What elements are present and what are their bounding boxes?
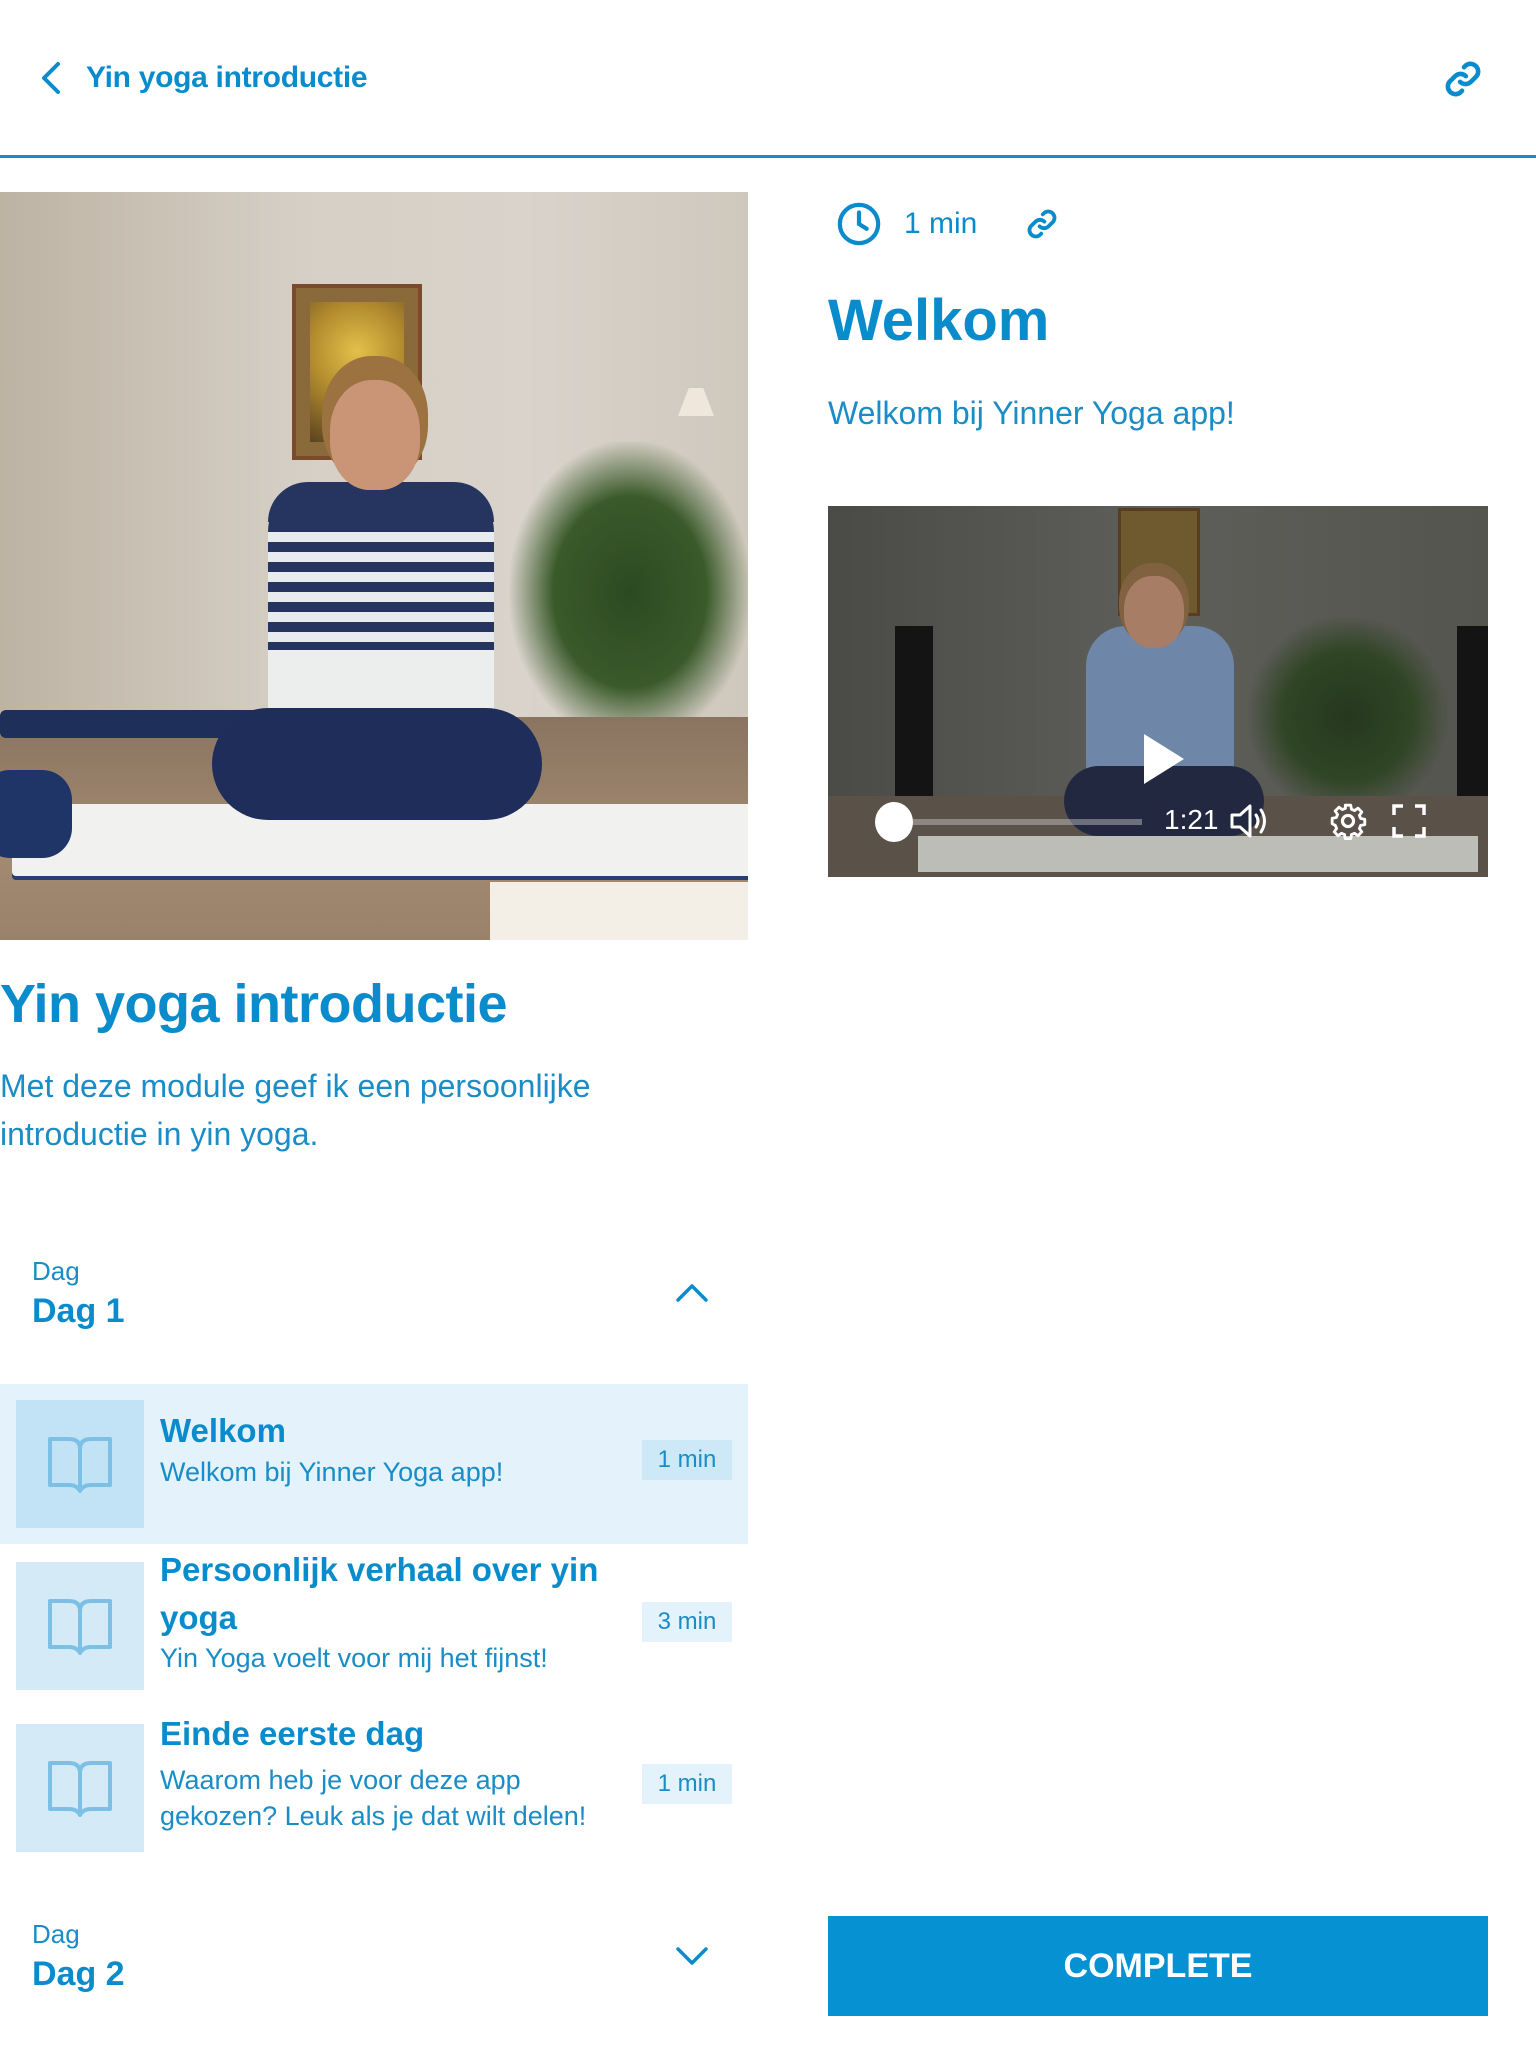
day-label: Dag	[32, 1919, 80, 1949]
lesson-item-subtitle: Waarom heb je voor deze app gekozen? Leu…	[160, 1765, 587, 1831]
photo-sunlight	[490, 882, 748, 940]
day-2-header[interactable]: Dag Dag 2	[0, 1919, 748, 2019]
lesson-item-subtitle: Welkom bij Yinner Yoga app!	[160, 1457, 504, 1487]
book-open-icon	[48, 1599, 112, 1655]
lesson-meta: 1 min	[836, 200, 1061, 248]
photo-cushion	[0, 770, 72, 858]
chevron-left-icon	[42, 62, 60, 94]
day-label: Dag	[32, 1256, 80, 1286]
book-open-icon	[48, 1437, 112, 1493]
video-scrubber-thumb[interactable]	[875, 802, 913, 842]
video-speaker-right	[1457, 626, 1488, 812]
lesson-thumbnail	[16, 1400, 144, 1528]
lesson-duration-badge: 1 min	[642, 1440, 732, 1480]
lesson-thumbnail	[16, 1724, 144, 1852]
volume-icon[interactable]	[1229, 802, 1271, 840]
photo-lamp	[678, 388, 714, 416]
lesson-item-title: Persoonlijk verhaal over yin yoga	[160, 1551, 599, 1636]
course-cover-image	[0, 192, 748, 940]
play-icon[interactable]	[1142, 732, 1186, 786]
lesson-item-subtitle: Yin Yoga voelt voor mij het fijnst!	[160, 1643, 548, 1673]
lesson-thumbnail	[16, 1562, 144, 1690]
video-time: 1:21	[1164, 804, 1219, 835]
lesson-duration: 1 min	[904, 207, 978, 240]
link-icon[interactable]	[1023, 205, 1061, 243]
photo-person-head	[330, 380, 420, 490]
video-controls: 1:21	[828, 796, 1488, 846]
course-description: Met deze module geef ik een persoonlijke…	[0, 1068, 591, 1152]
video-plant	[1248, 616, 1448, 816]
book-open-icon	[48, 1761, 112, 1817]
day-1-header[interactable]: Dag Dag 1	[0, 1256, 748, 1356]
lesson-list-item-persoonlijk-verhaal[interactable]: Persoonlijk verhaal over yin yoga Yin Yo…	[0, 1546, 748, 1706]
lesson-title: Welkom	[828, 288, 1050, 353]
video-person-head	[1124, 576, 1184, 648]
lesson-list-item-welkom[interactable]: Welkom Welkom bij Yinner Yoga app! 1 min	[0, 1384, 748, 1544]
lesson-list-item-einde-eerste-dag[interactable]: Einde eerste dag Waarom heb je voor deze…	[0, 1708, 748, 1868]
lesson-duration-badge: 1 min	[642, 1764, 732, 1804]
chevron-down-icon[interactable]	[672, 1939, 712, 1971]
settings-gear-icon[interactable]	[1329, 802, 1367, 840]
lesson-duration-badge: 3 min	[642, 1602, 732, 1642]
photo-person-legs	[212, 708, 542, 820]
lesson-item-title: Welkom	[160, 1412, 286, 1449]
photo-person-torso	[268, 482, 494, 720]
video-speaker-left	[895, 626, 933, 812]
day-name: Dag 1	[32, 1292, 125, 1330]
video-player[interactable]: 1:21	[828, 506, 1488, 877]
course-title: Yin yoga introductie	[0, 974, 508, 1034]
clock-icon	[837, 202, 881, 246]
complete-button[interactable]: COMPLETE	[828, 1916, 1488, 2016]
lesson-item-title: Einde eerste dag	[160, 1715, 425, 1752]
top-app-bar: Yin yoga introductie	[0, 0, 1536, 158]
back-button[interactable]: Yin yoga introductie	[36, 56, 368, 100]
link-icon[interactable]	[1440, 56, 1486, 102]
fullscreen-icon[interactable]	[1392, 804, 1426, 838]
lesson-subtitle: Welkom bij Yinner Yoga app!	[828, 395, 1235, 431]
photo-plant	[510, 442, 748, 742]
day-name: Dag 2	[32, 1955, 125, 1993]
back-title: Yin yoga introductie	[86, 61, 368, 94]
chevron-up-icon[interactable]	[672, 1276, 712, 1308]
video-scrubber[interactable]	[894, 819, 1142, 825]
